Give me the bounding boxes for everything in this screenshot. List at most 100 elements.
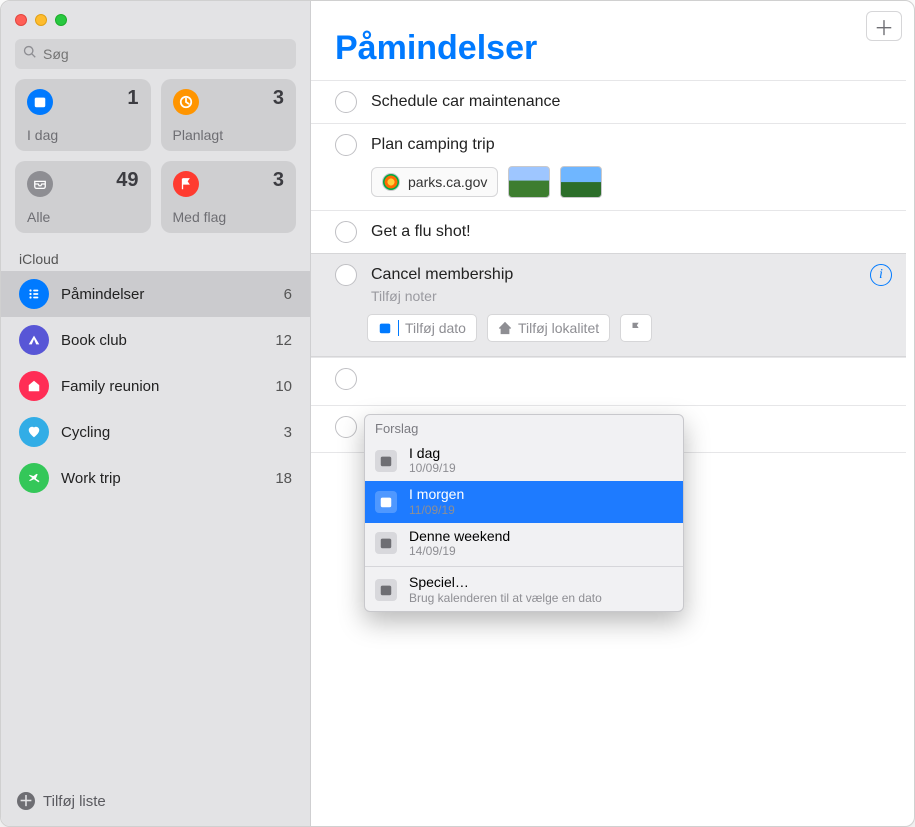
suggestion-label: Denne weekend: [409, 529, 510, 544]
list-name: Family reunion: [61, 378, 263, 395]
complete-toggle[interactable]: [335, 134, 357, 156]
list-name: Påmindelser: [61, 286, 272, 303]
add-location-label: Tilføj lokalitet: [518, 320, 599, 336]
calendar-icon: [375, 450, 397, 472]
app-window: 1 I dag 3 Planlagt 49 Alle: [0, 0, 915, 827]
reminder-item[interactable]: Plan camping trip parks.ca.gov: [311, 123, 906, 210]
close-window-button[interactable]: [15, 14, 27, 26]
suggestion-today[interactable]: I dag 10/09/19: [365, 440, 683, 481]
list-rows: Påmindelser 6 Book club 12 Family reunio…: [1, 271, 310, 780]
card-count: 3: [273, 169, 284, 192]
list-name: Work trip: [61, 470, 263, 487]
section-header-icloud: iCloud: [1, 247, 310, 271]
add-location-chip[interactable]: Tilføj lokalitet: [487, 314, 610, 342]
flag-toggle-chip[interactable]: [620, 314, 652, 342]
add-reminder-button[interactable]: ＋: [866, 11, 902, 41]
list-title: Påmindelser: [311, 1, 914, 80]
search-input[interactable]: [43, 46, 288, 62]
link-label: parks.ca.gov: [408, 174, 487, 190]
link-attachment[interactable]: parks.ca.gov: [371, 167, 498, 197]
smart-list-cards: 1 I dag 3 Planlagt 49 Alle: [1, 79, 310, 247]
suggestion-date: 10/09/19: [409, 461, 456, 475]
calendar-icon: [375, 532, 397, 554]
calendar-today-icon: [27, 89, 53, 115]
minimize-window-button[interactable]: [35, 14, 47, 26]
list-bullet-icon: [19, 279, 49, 309]
search-icon: [23, 45, 37, 64]
plane-icon: [19, 463, 49, 493]
card-label: Med flag: [173, 209, 227, 225]
heart-icon: [19, 417, 49, 447]
calendar-icon: [375, 491, 397, 513]
maximize-window-button[interactable]: [55, 14, 67, 26]
list-count: 3: [284, 424, 292, 441]
sidebar-list-book-club[interactable]: Book club 12: [1, 317, 310, 363]
complete-toggle[interactable]: [335, 264, 357, 286]
flag-icon: [173, 171, 199, 197]
reminder-title[interactable]: Get a flu shot!: [371, 223, 906, 241]
titlebar: [1, 1, 310, 39]
reminder-item[interactable]: Get a flu shot!: [311, 210, 906, 253]
calendar-icon: [375, 579, 397, 601]
sidebar-list-work-trip[interactable]: Work trip 18: [1, 455, 310, 501]
card-scheduled[interactable]: 3 Planlagt: [161, 79, 297, 151]
list-count: 6: [284, 286, 292, 303]
sidebar-list-cycling[interactable]: Cycling 3: [1, 409, 310, 455]
list-name: Cycling: [61, 424, 272, 441]
complete-toggle[interactable]: [335, 416, 357, 438]
info-button[interactable]: i: [870, 264, 892, 286]
suggestion-date: 11/09/19: [409, 503, 464, 517]
complete-toggle[interactable]: [335, 368, 357, 390]
list-count: 18: [275, 470, 292, 487]
reminders-list: Schedule car maintenance Plan camping tr…: [311, 80, 914, 453]
add-date-chip[interactable]: Tilføj dato: [367, 314, 477, 342]
suggestion-hint: Brug kalenderen til at vælge en dato: [409, 591, 602, 605]
reminder-title[interactable]: Cancel membership: [371, 266, 906, 284]
list-name: Book club: [61, 332, 263, 349]
home-icon: [19, 371, 49, 401]
reminder-item-editing[interactable]: i Cancel membership Tilføj noter Tilføj …: [311, 253, 906, 357]
card-count: 1: [127, 87, 138, 110]
suggestion-label: I dag: [409, 446, 456, 461]
sidebar-list-family-reunion[interactable]: Family reunion 10: [1, 363, 310, 409]
list-count: 10: [275, 378, 292, 395]
sidebar: 1 I dag 3 Planlagt 49 Alle: [1, 1, 311, 826]
suggestion-label: I morgen: [409, 487, 464, 502]
edit-chips: Tilføj dato Tilføj lokalitet: [367, 314, 906, 342]
sidebar-list-reminders[interactable]: Påmindelser 6: [1, 271, 310, 317]
complete-toggle[interactable]: [335, 221, 357, 243]
tent-icon: [19, 325, 49, 355]
date-suggestions-popover: Forslag I dag 10/09/19 I morgen 11/09/19: [364, 414, 684, 612]
plus-circle-icon: ＋: [17, 792, 35, 810]
card-count: 49: [116, 169, 138, 192]
card-count: 3: [273, 87, 284, 110]
card-flagged[interactable]: 3 Med flag: [161, 161, 297, 233]
reminder-title[interactable]: Plan camping trip: [371, 136, 906, 154]
popover-divider: [365, 566, 683, 567]
card-label: I dag: [27, 127, 58, 143]
notes-placeholder[interactable]: Tilføj noter: [371, 288, 906, 304]
reminder-attachments: parks.ca.gov: [371, 166, 906, 198]
text-cursor: [398, 320, 399, 336]
image-attachment[interactable]: [560, 166, 602, 198]
card-label: Planlagt: [173, 127, 224, 143]
reminder-item[interactable]: [311, 357, 906, 405]
suggestion-weekend[interactable]: Denne weekend 14/09/19: [365, 523, 683, 564]
reminder-item[interactable]: Schedule car maintenance: [311, 80, 906, 123]
tray-icon: [27, 171, 53, 197]
card-today[interactable]: 1 I dag: [15, 79, 151, 151]
suggestion-custom[interactable]: Speciel… Brug kalenderen til at vælge en…: [365, 569, 683, 610]
suggestion-label: Speciel…: [409, 575, 602, 590]
add-list-label: Tilføj liste: [43, 793, 106, 810]
card-label: Alle: [27, 209, 50, 225]
add-list-button[interactable]: ＋ Tilføj liste: [1, 780, 310, 826]
add-date-label: Tilføj dato: [405, 320, 466, 336]
search-field[interactable]: [15, 39, 296, 69]
reminder-title[interactable]: Schedule car maintenance: [371, 93, 906, 111]
suggestion-tomorrow[interactable]: I morgen 11/09/19: [365, 481, 683, 522]
popover-header: Forslag: [365, 415, 683, 440]
image-attachment[interactable]: [508, 166, 550, 198]
clock-icon: [173, 89, 199, 115]
complete-toggle[interactable]: [335, 91, 357, 113]
card-all[interactable]: 49 Alle: [15, 161, 151, 233]
